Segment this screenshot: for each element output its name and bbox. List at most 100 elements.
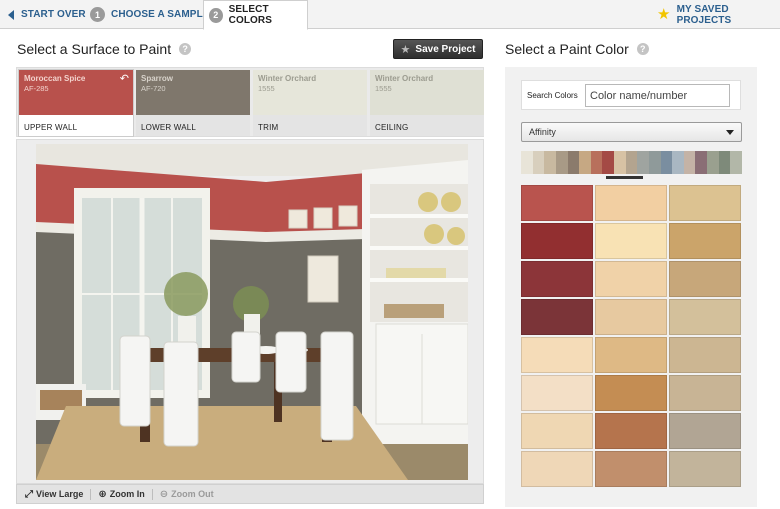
color-swatch[interactable] [595, 185, 667, 221]
start-over-link[interactable]: START OVER [8, 0, 86, 29]
color-family-segment[interactable] [695, 151, 707, 174]
color-swatch[interactable] [595, 413, 667, 449]
surface-color-code: AF-720 [141, 84, 166, 93]
color-swatch[interactable] [521, 299, 593, 335]
color-swatch[interactable] [521, 185, 593, 221]
zoom-in-label: Zoom In [109, 489, 145, 499]
surface-upper-wall[interactable]: Moroccan Spice AF-285 ↶ UPPER WALL [19, 70, 133, 136]
color-family-segment[interactable] [532, 151, 545, 174]
surface-heading-text: Select a Surface to Paint [17, 41, 172, 57]
step-number-1: 1 [90, 7, 105, 22]
collection-selected-value: Affinity [529, 127, 556, 137]
surface-color-code: 1555 [375, 84, 392, 93]
color-swatch[interactable] [669, 451, 741, 487]
surface-label: UPPER WALL [24, 123, 78, 132]
color-swatch[interactable] [669, 223, 741, 259]
undo-icon[interactable]: ↶ [120, 72, 129, 85]
zoom-out-button[interactable]: ⊖ Zoom Out [160, 489, 221, 500]
surface-color-name: Moroccan Spice [24, 74, 86, 83]
color-swatch[interactable] [521, 261, 593, 297]
color-swatch[interactable] [595, 261, 667, 297]
surface-lower-wall[interactable]: Sparrow AF-720 LOWER WALL [136, 70, 250, 136]
color-family-segment[interactable] [614, 151, 626, 174]
color-family-segment[interactable] [707, 151, 719, 174]
room-preview-image [36, 144, 468, 480]
color-family-segment[interactable] [660, 151, 673, 174]
surface-selector: Moroccan Spice AF-285 ↶ UPPER WALL Sparr… [16, 67, 484, 137]
color-swatch[interactable] [595, 375, 667, 411]
color-family-segment[interactable] [602, 151, 614, 174]
help-icon[interactable]: ? [636, 43, 649, 55]
search-box: Search Colors [521, 80, 741, 110]
surface-label: TRIM [258, 123, 279, 132]
step-select-colors[interactable]: 2 SELECT COLORS [203, 0, 308, 30]
star-icon: ★ [400, 43, 411, 56]
color-family-segment[interactable] [683, 151, 696, 174]
color-swatch[interactable] [669, 413, 741, 449]
surface-color-code: 1555 [258, 84, 275, 93]
color-family-segment[interactable] [544, 151, 556, 174]
search-label: Search Colors [527, 91, 578, 100]
color-family-segment[interactable] [521, 151, 533, 174]
color-family-strip[interactable] [521, 151, 742, 174]
color-swatch[interactable] [521, 375, 593, 411]
save-project-label: Save Project [415, 43, 476, 55]
color-family-indicator [606, 176, 643, 179]
surface-color-code: AF-285 [24, 84, 49, 93]
color-swatch[interactable] [521, 413, 593, 449]
view-large-label: View Large [36, 489, 84, 499]
start-over-label: START OVER [21, 9, 86, 20]
color-swatch[interactable] [669, 375, 741, 411]
color-family-segment[interactable] [555, 151, 568, 174]
step-number-2: 2 [209, 7, 223, 23]
paint-color-heading: Select a Paint Color ? [505, 41, 649, 57]
color-search-input[interactable] [585, 84, 730, 107]
color-picker-panel: Search Colors Affinity [505, 67, 757, 507]
collection-dropdown[interactable]: Affinity [521, 122, 742, 142]
zoom-out-icon: ⊖ [159, 488, 169, 500]
color-swatch[interactable] [521, 337, 593, 373]
zoom-in-button[interactable]: ⊕ Zoom In [98, 488, 153, 500]
star-icon: ★ [657, 6, 671, 23]
color-swatch[interactable] [595, 451, 667, 487]
surface-trim[interactable]: Winter Orchard 1555 TRIM [253, 70, 367, 136]
back-arrow-icon [8, 9, 14, 20]
surface-swatch: Winter Orchard 1555 [253, 70, 367, 115]
color-family-segment[interactable] [672, 151, 684, 174]
step-select-colors-label: SELECT COLORS [228, 4, 273, 26]
color-family-segment[interactable] [567, 151, 580, 174]
surface-ceiling[interactable]: Winter Orchard 1555 CEILING [370, 70, 484, 136]
color-swatch[interactable] [595, 223, 667, 259]
view-large-button[interactable]: ⤢ View Large [25, 488, 92, 500]
color-family-segment[interactable] [648, 151, 661, 174]
surface-color-name: Winter Orchard [258, 74, 317, 83]
color-family-segment[interactable] [590, 151, 603, 174]
color-swatch[interactable] [669, 299, 741, 335]
my-saved-projects-link[interactable]: ★ MY SAVED PROJECTS [657, 0, 780, 29]
color-swatch[interactable] [521, 451, 593, 487]
color-family-segment[interactable] [718, 151, 731, 174]
color-family-segment[interactable] [579, 151, 591, 174]
color-swatch[interactable] [669, 337, 741, 373]
color-swatch[interactable] [669, 261, 741, 297]
step-choose-sample-label: CHOOSE A SAMPLE [111, 9, 210, 20]
surface-swatch: Moroccan Spice AF-285 ↶ [19, 70, 133, 115]
color-swatch[interactable] [595, 337, 667, 373]
expand-icon: ⤢ [25, 488, 33, 500]
color-family-segment[interactable] [637, 151, 649, 174]
color-family-segment[interactable] [625, 151, 638, 174]
color-swatch[interactable] [521, 223, 593, 259]
chevron-down-icon [726, 130, 734, 135]
surface-color-name: Winter Orchard [375, 74, 434, 83]
step-choose-sample[interactable]: 1 CHOOSE A SAMPLE [90, 0, 210, 29]
room-preview-frame [16, 139, 484, 484]
color-swatch[interactable] [669, 185, 741, 221]
surface-swatch: Winter Orchard 1555 [370, 70, 484, 115]
color-family-segment[interactable] [730, 151, 742, 174]
surface-heading: Select a Surface to Paint ? [17, 41, 192, 57]
help-icon[interactable]: ? [179, 43, 192, 55]
surface-label: CEILING [375, 123, 409, 132]
color-swatch[interactable] [595, 299, 667, 335]
zoom-out-label: Zoom Out [171, 489, 214, 499]
save-project-button[interactable]: ★ Save Project [393, 39, 483, 59]
